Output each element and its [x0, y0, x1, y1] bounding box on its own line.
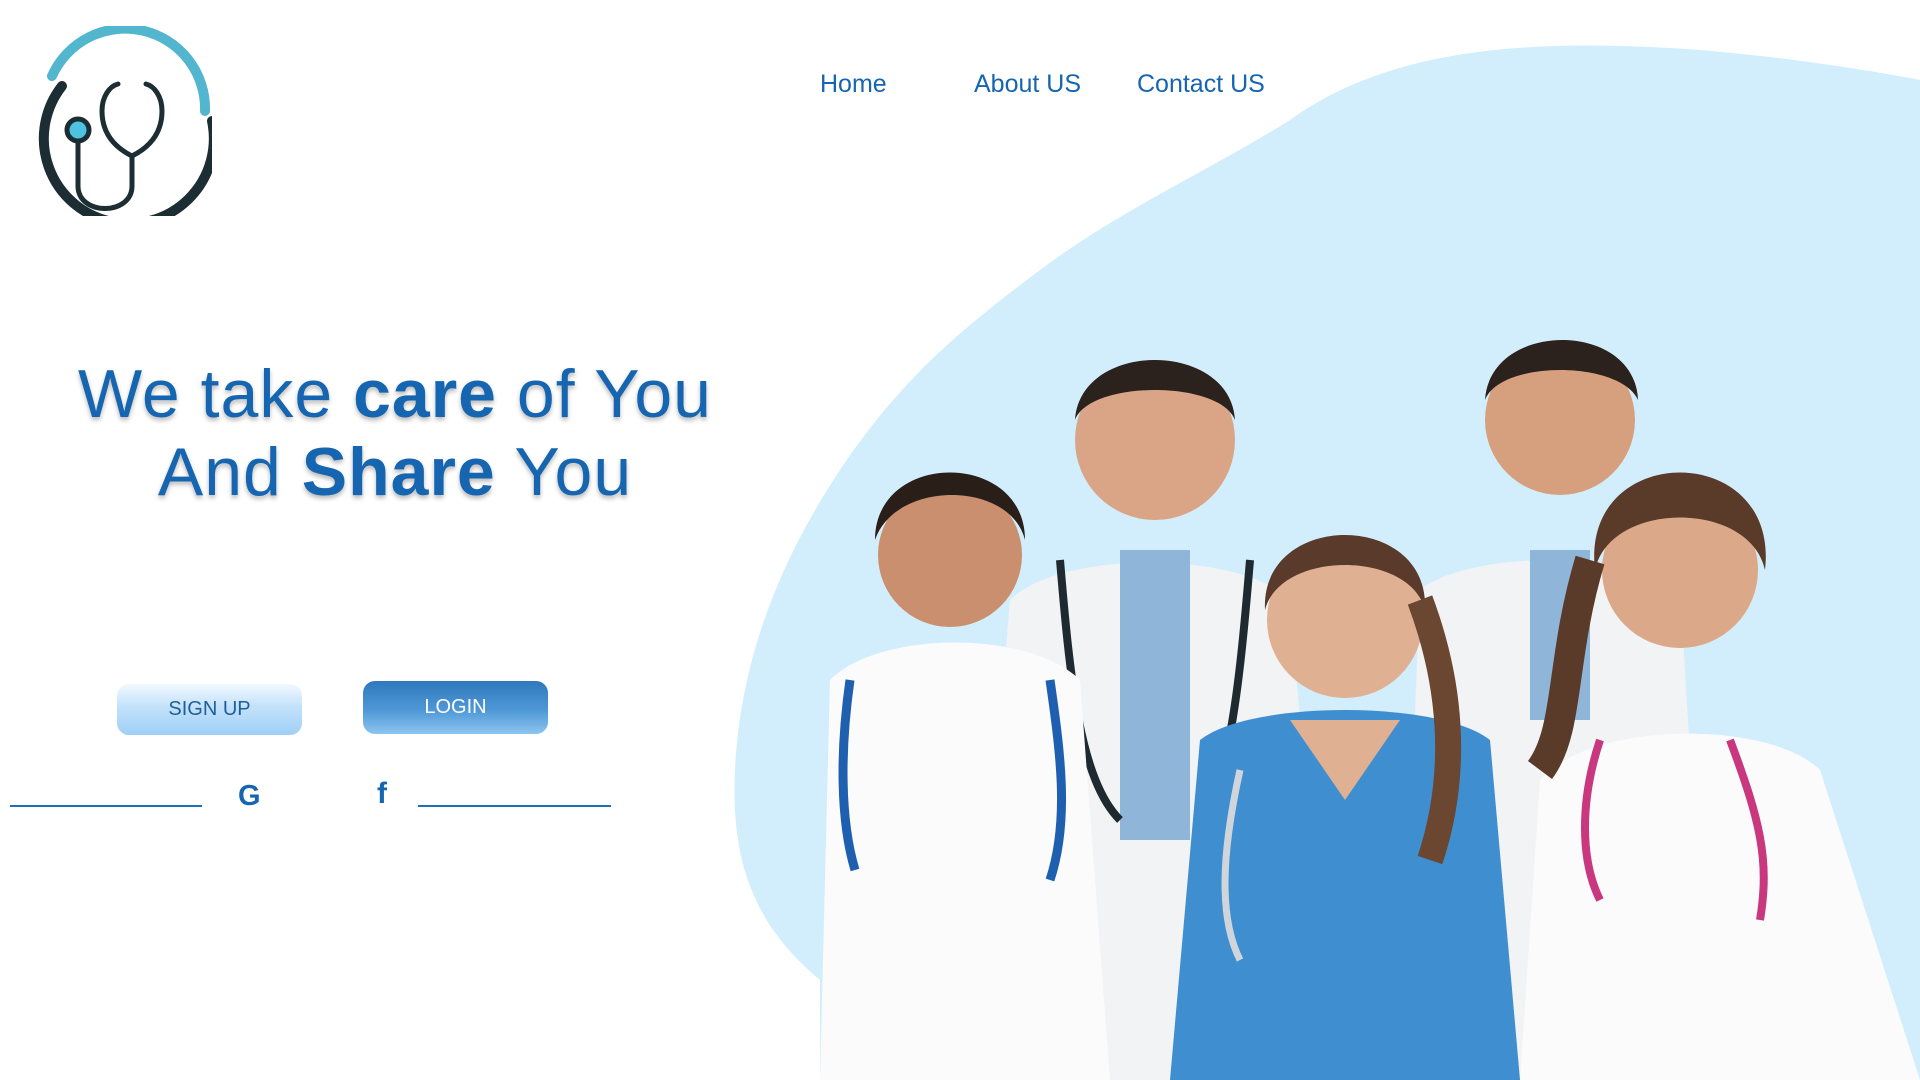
google-icon[interactable]: G [238, 780, 261, 813]
doctors-team-photo [820, 340, 1920, 1080]
nav-about-link[interactable]: About US [974, 70, 1081, 99]
login-button[interactable]: LOGIN [363, 681, 548, 734]
facebook-icon[interactable]: f [377, 777, 387, 811]
doctor-figure-5 [1520, 472, 1920, 1080]
hero-line-2-pre: And [157, 434, 302, 510]
hero-line-2-bold: Share [301, 434, 496, 510]
divider-right [418, 805, 611, 807]
sign-up-button[interactable]: SIGN UP [117, 684, 302, 735]
hero-line-1: We take care of You [30, 355, 760, 433]
hero-heading: We take care of You And Share You [30, 355, 760, 511]
nav-home-link[interactable]: Home [820, 70, 887, 99]
hero-line-1-pre: We take [77, 356, 354, 432]
doctor-figure-1 [820, 472, 1110, 1080]
hero-line-2: And Share You [30, 433, 760, 511]
nav-contact-link[interactable]: Contact US [1137, 70, 1265, 99]
hero-line-2-post: You [495, 434, 633, 510]
hero-line-1-post: of You [496, 356, 713, 432]
divider-left [10, 805, 202, 807]
top-nav: Home About US Contact US [0, 70, 1920, 110]
stethoscope-logo-icon[interactable] [22, 26, 212, 216]
hero-line-1-bold: care [353, 356, 497, 432]
